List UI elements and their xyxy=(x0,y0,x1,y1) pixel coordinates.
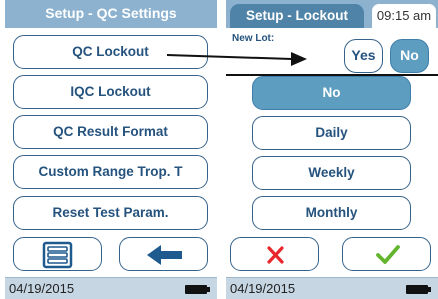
iqc-lockout-button[interactable]: IQC Lockout xyxy=(13,75,208,109)
cancel-x-icon xyxy=(267,246,284,264)
option-monthly-button[interactable]: Monthly xyxy=(252,196,411,230)
cancel-button[interactable] xyxy=(230,237,319,271)
qc-lockout-button[interactable]: QC Lockout xyxy=(13,35,208,69)
option-weekly-button[interactable]: Weekly xyxy=(252,156,411,190)
screen-title: Setup - QC Settings xyxy=(45,5,177,21)
option-daily-button[interactable]: Daily xyxy=(252,116,411,150)
battery-icon xyxy=(406,285,431,294)
new-lot-yes-button[interactable]: Yes xyxy=(344,39,383,73)
custom-range-trop-t-button[interactable]: Custom Range Trop. T xyxy=(13,155,208,189)
confirm-check-icon xyxy=(376,245,400,264)
confirm-button[interactable] xyxy=(342,237,431,271)
screen-title: Setup - Lockout xyxy=(230,4,364,28)
reset-test-param-button[interactable]: Reset Test Param. xyxy=(13,196,208,230)
back-arrow-icon xyxy=(147,245,182,265)
menu-button[interactable] xyxy=(13,237,102,271)
status-bar: 04/19/2015 xyxy=(5,277,217,299)
date-display: 04/19/2015 xyxy=(9,281,75,296)
battery-icon xyxy=(185,285,210,294)
header-bar: Setup - QC Settings xyxy=(5,0,217,28)
new-lot-no-button[interactable]: No xyxy=(390,39,429,73)
date-display: 04/19/2015 xyxy=(230,281,296,296)
qc-result-format-button[interactable]: QC Result Format xyxy=(13,115,208,149)
list-menu-icon xyxy=(42,241,73,269)
header-bar: Setup - Lockout 09:15 am xyxy=(226,0,438,28)
lockout-screen: Setup - Lockout 09:15 am New Lot: Yes No… xyxy=(226,0,438,299)
status-bar: 04/19/2015 xyxy=(226,277,438,299)
option-no-button[interactable]: No xyxy=(252,76,411,110)
back-button[interactable] xyxy=(119,237,208,271)
qc-settings-screen: Setup - QC Settings QC Lockout IQC Locko… xyxy=(5,0,217,299)
new-lot-label: New Lot: xyxy=(232,33,275,44)
time-display: 09:15 am xyxy=(372,4,436,28)
